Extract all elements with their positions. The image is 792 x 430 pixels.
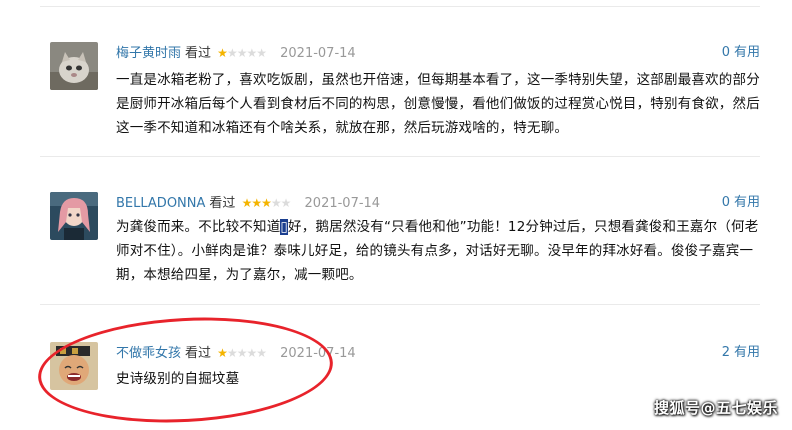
- useful-button[interactable]: 有用: [734, 195, 760, 210]
- star-filled-icon: ★: [217, 46, 228, 60]
- star-filled-icon: ★: [241, 196, 253, 210]
- watch-status: 看过: [185, 46, 212, 61]
- useful-count: 2: [721, 345, 730, 360]
- review-text: 一直是冰箱老粉了，喜欢吃饭剧，虽然也开倍速，但每期基本看了，这一季特别失望，这部…: [116, 72, 760, 136]
- star-empty-icon: ★: [280, 196, 292, 210]
- useful-button[interactable]: 有用: [734, 45, 760, 60]
- review-meta: BELLADONNA 看过 ★★★★★ 2021-07-14: [116, 194, 380, 212]
- useful-vote: 2 有用: [722, 344, 760, 362]
- star-empty-icon: ★: [226, 46, 238, 60]
- text-selection-highlight: ▯: [280, 219, 289, 235]
- star-rating: ★★★★★: [241, 196, 292, 210]
- watermark: 搜狐号@五七娱乐: [653, 399, 778, 417]
- star-rating: ★★★★★: [217, 46, 267, 60]
- star-empty-icon: ★: [270, 196, 282, 210]
- review-date: 2021-07-14: [280, 46, 356, 61]
- review-divider: [40, 304, 760, 305]
- star-empty-icon: ★: [236, 46, 248, 60]
- avatar-anime-image: [50, 192, 98, 240]
- red-circle-annotation: [35, 310, 336, 430]
- review-text: 为龚俊而来。不比较不知道▯好，鹅居然没有“只看他和他”功能！12分钟过后，只想看…: [116, 215, 762, 287]
- useful-button[interactable]: 有用: [734, 345, 760, 360]
- useful-count: 0: [721, 195, 730, 210]
- star-filled-icon: ★: [251, 196, 262, 210]
- review-date: 2021-07-14: [304, 196, 381, 211]
- useful-vote: 0 有用: [722, 194, 760, 212]
- useful-count: 0: [721, 45, 730, 60]
- avatar[interactable]: [50, 42, 98, 90]
- username-link[interactable]: BELLADONNA: [116, 196, 205, 211]
- review-divider: [40, 156, 760, 157]
- top-divider: [40, 6, 760, 7]
- useful-vote: 0 有用: [722, 44, 760, 62]
- watch-status: 看过: [209, 196, 236, 211]
- avatar-cat-image: [50, 42, 98, 90]
- username-link[interactable]: 梅子黄时雨: [116, 46, 181, 61]
- avatar[interactable]: [50, 192, 98, 240]
- review-meta: 梅子黄时雨 看过 ★★★★★ 2021-07-14: [116, 44, 356, 62]
- star-empty-icon: ★: [246, 46, 257, 60]
- review-text-part: 为龚俊而来。不比较不知道: [116, 219, 281, 235]
- star-filled-icon: ★: [261, 196, 272, 210]
- star-empty-icon: ★: [256, 46, 267, 60]
